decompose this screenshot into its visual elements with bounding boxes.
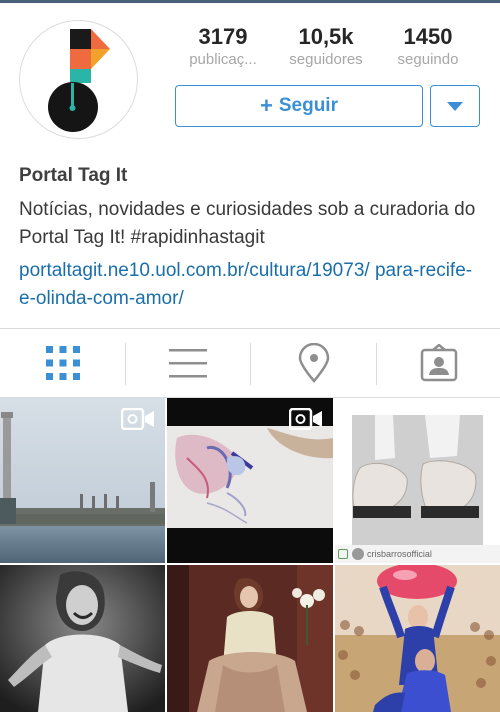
profile-tab-bar bbox=[0, 328, 500, 398]
tagged-person-icon bbox=[420, 344, 457, 382]
post-thumbnail[interactable] bbox=[0, 565, 165, 712]
stat-followers-value: 10,5k bbox=[298, 24, 354, 49]
triangle-down-icon bbox=[447, 101, 463, 111]
video-camera-icon bbox=[121, 408, 154, 430]
tab-tagged[interactable] bbox=[376, 329, 500, 397]
profile-bio: Notícias, novidades e curiosidades sob a… bbox=[19, 199, 476, 248]
profile-link[interactable]: portaltagit.ne10.uol.com.br/cultura/1907… bbox=[19, 257, 484, 313]
tab-list[interactable] bbox=[125, 329, 250, 397]
profile-avatar[interactable] bbox=[19, 20, 138, 139]
suggested-dropdown-button[interactable] bbox=[430, 85, 480, 127]
video-camera-icon bbox=[289, 408, 322, 430]
post-thumbnail[interactable] bbox=[0, 398, 165, 563]
stat-following-label: seguindo bbox=[397, 51, 459, 68]
tab-map[interactable] bbox=[251, 329, 376, 397]
stat-followers[interactable]: 10,5k seguidores bbox=[276, 24, 376, 70]
list-icon bbox=[168, 349, 207, 378]
stat-following[interactable]: 1450 seguindo bbox=[379, 24, 477, 70]
status-bar-edge bbox=[0, 0, 500, 3]
repost-icon bbox=[338, 549, 348, 559]
portal-tag-it-logo bbox=[48, 29, 110, 132]
credit-username: crisbarrosofficial bbox=[367, 549, 432, 559]
posts-grid: crisbarrosofficial bbox=[0, 398, 500, 712]
stat-posts[interactable]: 3179 publicaç... bbox=[174, 24, 272, 70]
stat-followers-label: seguidores bbox=[289, 51, 363, 68]
repost-credit: crisbarrosofficial bbox=[335, 545, 500, 563]
stat-following-value: 1450 bbox=[403, 24, 453, 49]
location-pin-icon bbox=[298, 343, 329, 383]
post-thumbnail[interactable] bbox=[335, 565, 500, 712]
post-thumbnail[interactable] bbox=[167, 398, 333, 563]
profile-name: Portal Tag It bbox=[19, 165, 128, 186]
follow-button-label: Seguir bbox=[278, 95, 338, 116]
credit-avatar bbox=[352, 548, 364, 560]
stat-posts-value: 3179 bbox=[198, 24, 248, 49]
post-thumbnail[interactable]: crisbarrosofficial bbox=[335, 398, 500, 563]
stat-posts-label: publicaç... bbox=[189, 51, 257, 68]
tab-grid[interactable] bbox=[0, 329, 125, 397]
grid-icon bbox=[45, 346, 80, 380]
plus-icon: + bbox=[260, 93, 273, 118]
post-thumbnail[interactable] bbox=[167, 565, 333, 712]
follow-button[interactable]: + Seguir bbox=[175, 85, 423, 127]
